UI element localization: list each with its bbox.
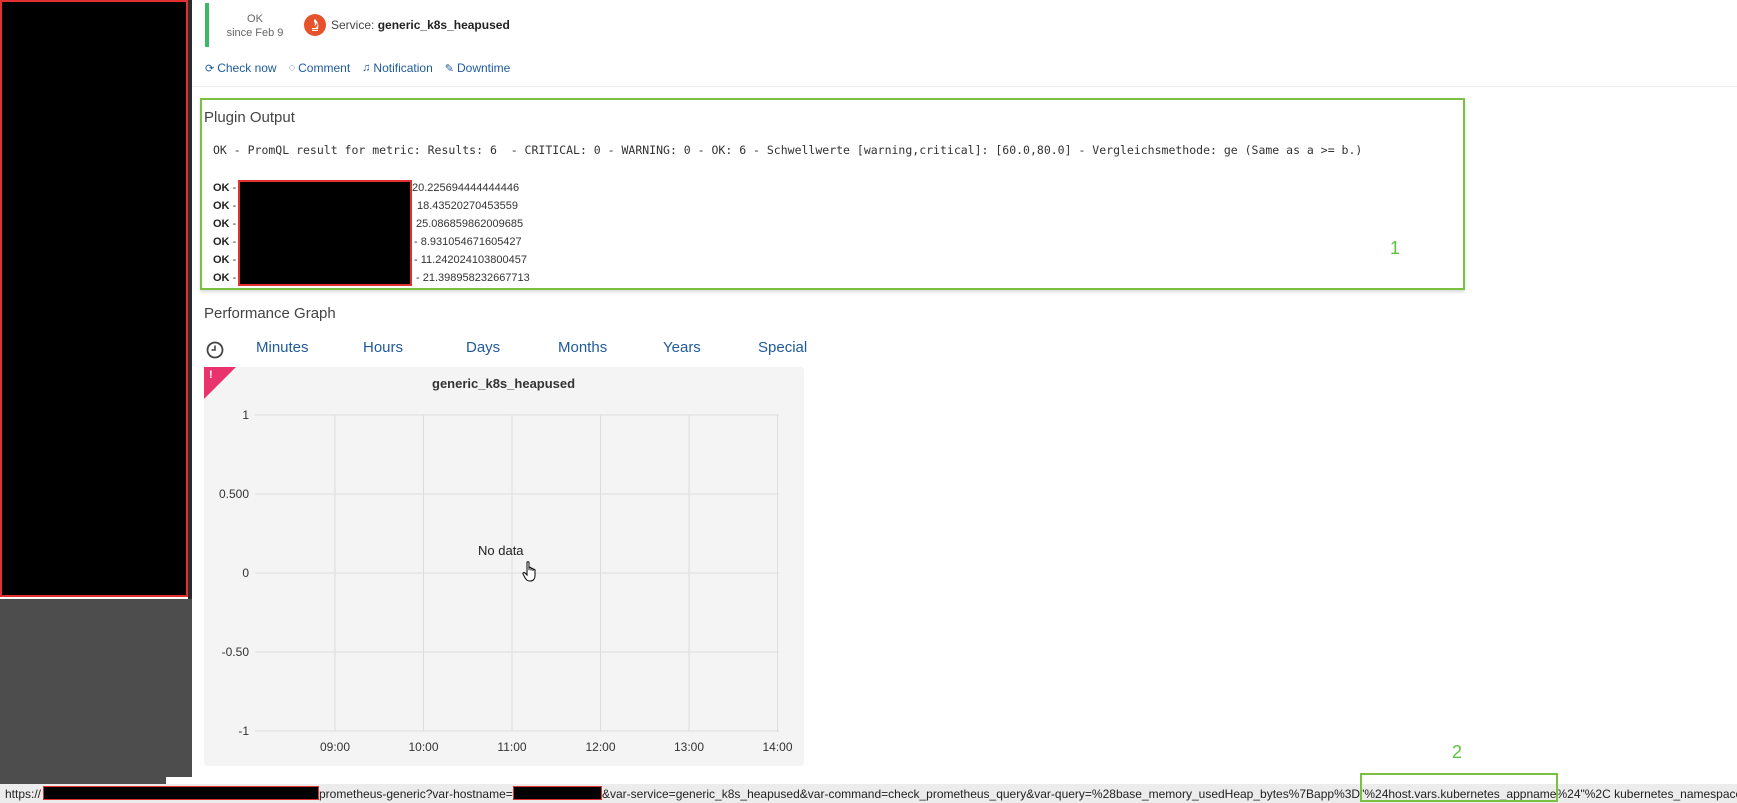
hand-cursor-icon bbox=[522, 561, 536, 582]
tab-years[interactable]: Years bbox=[663, 339, 701, 356]
plugin-output-summary: OK - PromQL result for metric: Results: … bbox=[213, 143, 1363, 157]
y-tick-label: 1 bbox=[242, 408, 249, 422]
notification-button[interactable]: ♫ Notification bbox=[362, 61, 433, 75]
redacted-hostname bbox=[513, 786, 602, 800]
url-query: &var-service=generic_k8s_heapused&var-co… bbox=[602, 787, 1737, 801]
x-tick-label: 11:00 bbox=[497, 740, 526, 754]
performance-graph-title: Performance Graph bbox=[204, 305, 336, 322]
row-sep: - bbox=[229, 272, 237, 284]
y-tick-label: 0 bbox=[242, 566, 249, 580]
row-value: - 11.242024103800457 bbox=[414, 254, 527, 266]
row-sep: - bbox=[229, 182, 237, 194]
row-value: 18.43520270453559 bbox=[417, 200, 518, 212]
row-value: - 21.398958232667713 bbox=[416, 272, 530, 284]
y-tick-label: 0.500 bbox=[219, 487, 249, 501]
result-row: OK - - 8.931054671605427 bbox=[213, 233, 522, 251]
result-row: OK - 20.225694444444446 bbox=[213, 179, 519, 197]
row-value: 25.086859862009685 bbox=[416, 218, 524, 230]
bell-icon: ♫ bbox=[362, 62, 371, 74]
row-status: OK bbox=[213, 236, 230, 248]
url-prefix: https:// bbox=[5, 787, 42, 801]
divider bbox=[192, 86, 1737, 87]
refresh-icon: ⟳ bbox=[205, 62, 215, 75]
prometheus-icon bbox=[304, 14, 326, 36]
notification-label: Notification bbox=[373, 61, 433, 75]
redacted-hostnames bbox=[238, 180, 412, 286]
check-now-label: Check now bbox=[217, 61, 277, 75]
performance-chart: 1 0.500 0 -0.50 -1 09:00 10:00 11:00 12:00 13:00 1… bbox=[219, 408, 793, 754]
row-sep: - bbox=[229, 200, 237, 212]
x-tick-label: 10:00 bbox=[408, 740, 438, 754]
redacted-sidebar bbox=[0, 0, 188, 597]
state-indicator-bar bbox=[205, 3, 209, 47]
x-tick-label: 14:00 bbox=[762, 740, 792, 754]
downtime-label: Downtime bbox=[457, 61, 511, 75]
tab-hours[interactable]: Hours bbox=[363, 339, 403, 356]
sidebar-footer bbox=[0, 599, 192, 789]
tab-months[interactable]: Months bbox=[558, 339, 607, 356]
state-since: since Feb 9 bbox=[226, 27, 284, 39]
plugin-output-title: Plugin Output bbox=[204, 109, 295, 126]
url-path: prometheus-generic?var-hostname= bbox=[319, 787, 513, 801]
wrench-icon: ✎ bbox=[444, 62, 454, 75]
row-status: OK bbox=[213, 218, 230, 230]
tab-days[interactable]: Days bbox=[466, 339, 500, 356]
row-sep: - bbox=[229, 236, 237, 248]
comment-button[interactable]: ◌ Comment bbox=[289, 61, 351, 75]
downtime-button[interactable]: ✎ Downtime bbox=[445, 61, 511, 75]
y-tick-label: -0.50 bbox=[222, 645, 250, 659]
row-sep: - bbox=[229, 254, 237, 266]
result-row: OK - 25.086859862009685 bbox=[213, 215, 523, 233]
tab-minutes[interactable]: Minutes bbox=[256, 339, 309, 356]
result-row: OK - - 21.398958232667713 bbox=[213, 269, 530, 287]
row-status: OK bbox=[213, 200, 230, 212]
clock-icon[interactable] bbox=[206, 341, 224, 359]
state-label: OK bbox=[247, 13, 263, 25]
url-highlight-box bbox=[1360, 773, 1558, 802]
comment-icon: ◌ bbox=[288, 62, 296, 74]
x-tick-label: 12:00 bbox=[585, 740, 615, 754]
service-prefix: Service: bbox=[331, 18, 375, 32]
row-status: OK bbox=[213, 254, 230, 266]
action-bar: ⟳ Check now ◌ Comment ♫ Notification ✎ D… bbox=[205, 61, 510, 75]
state-box: OK since Feb 9 bbox=[220, 12, 290, 40]
row-value: 20.225694444444446 bbox=[412, 182, 520, 194]
result-row: OK - 18.43520270453559 bbox=[213, 197, 518, 215]
tab-special[interactable]: Special bbox=[758, 339, 807, 356]
row-status: OK bbox=[213, 272, 230, 284]
x-tick-label: 13:00 bbox=[674, 740, 704, 754]
row-status: OK bbox=[213, 182, 230, 194]
service-name: generic_k8s_heapused bbox=[377, 18, 510, 32]
row-sep: - bbox=[229, 218, 237, 230]
check-now-button[interactable]: ⟳ Check now bbox=[205, 61, 277, 75]
annotation-label-1: 1 bbox=[1390, 238, 1401, 258]
no-data-label: No data bbox=[478, 543, 524, 558]
y-tick-label: -1 bbox=[238, 724, 249, 738]
row-value: - 8.931054671605427 bbox=[414, 236, 522, 248]
result-row: OK - - 11.242024103800457 bbox=[213, 251, 527, 269]
service-heading: Service: generic_k8s_heapused bbox=[331, 18, 510, 32]
annotation-label-2: 2 bbox=[1452, 742, 1463, 762]
redacted-host bbox=[43, 786, 319, 800]
plugin-output-rows: OK - 20.225694444444446 OK - 18.4352027045… bbox=[213, 179, 530, 287]
comment-label: Comment bbox=[298, 61, 351, 75]
x-tick-label: 09:00 bbox=[320, 740, 350, 754]
